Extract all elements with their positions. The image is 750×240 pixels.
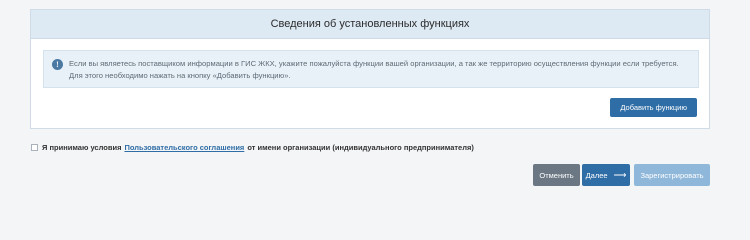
- next-label: Далее: [585, 170, 608, 180]
- info-message: ! Если вы являетесь поставщиком информац…: [43, 50, 699, 88]
- agreement-checkbox[interactable]: [31, 144, 38, 151]
- arrow-right-icon: ⟶: [613, 169, 627, 180]
- user-agreement-link[interactable]: Пользовательского соглашения: [124, 143, 244, 152]
- cancel-button[interactable]: Отменить: [533, 164, 580, 186]
- next-button[interactable]: Далее ⟶: [582, 164, 630, 186]
- agreement-suffix: от имени организации (индивидуального пр…: [247, 143, 474, 152]
- info-icon: !: [52, 59, 63, 70]
- functions-panel: Сведения об установленных функциях ! Есл…: [30, 9, 710, 129]
- agreement-row: Я принимаю условия Пользовательского сог…: [31, 143, 474, 152]
- panel-header: Сведения об установленных функциях: [31, 10, 709, 39]
- agreement-prefix: Я принимаю условия: [42, 143, 122, 152]
- register-button[interactable]: Зарегистрировать: [634, 164, 710, 186]
- info-text: Если вы являетесь поставщиком информации…: [69, 59, 679, 80]
- add-function-button[interactable]: Добавить функцию: [610, 98, 697, 117]
- panel-title: Сведения об установленных функциях: [270, 18, 470, 30]
